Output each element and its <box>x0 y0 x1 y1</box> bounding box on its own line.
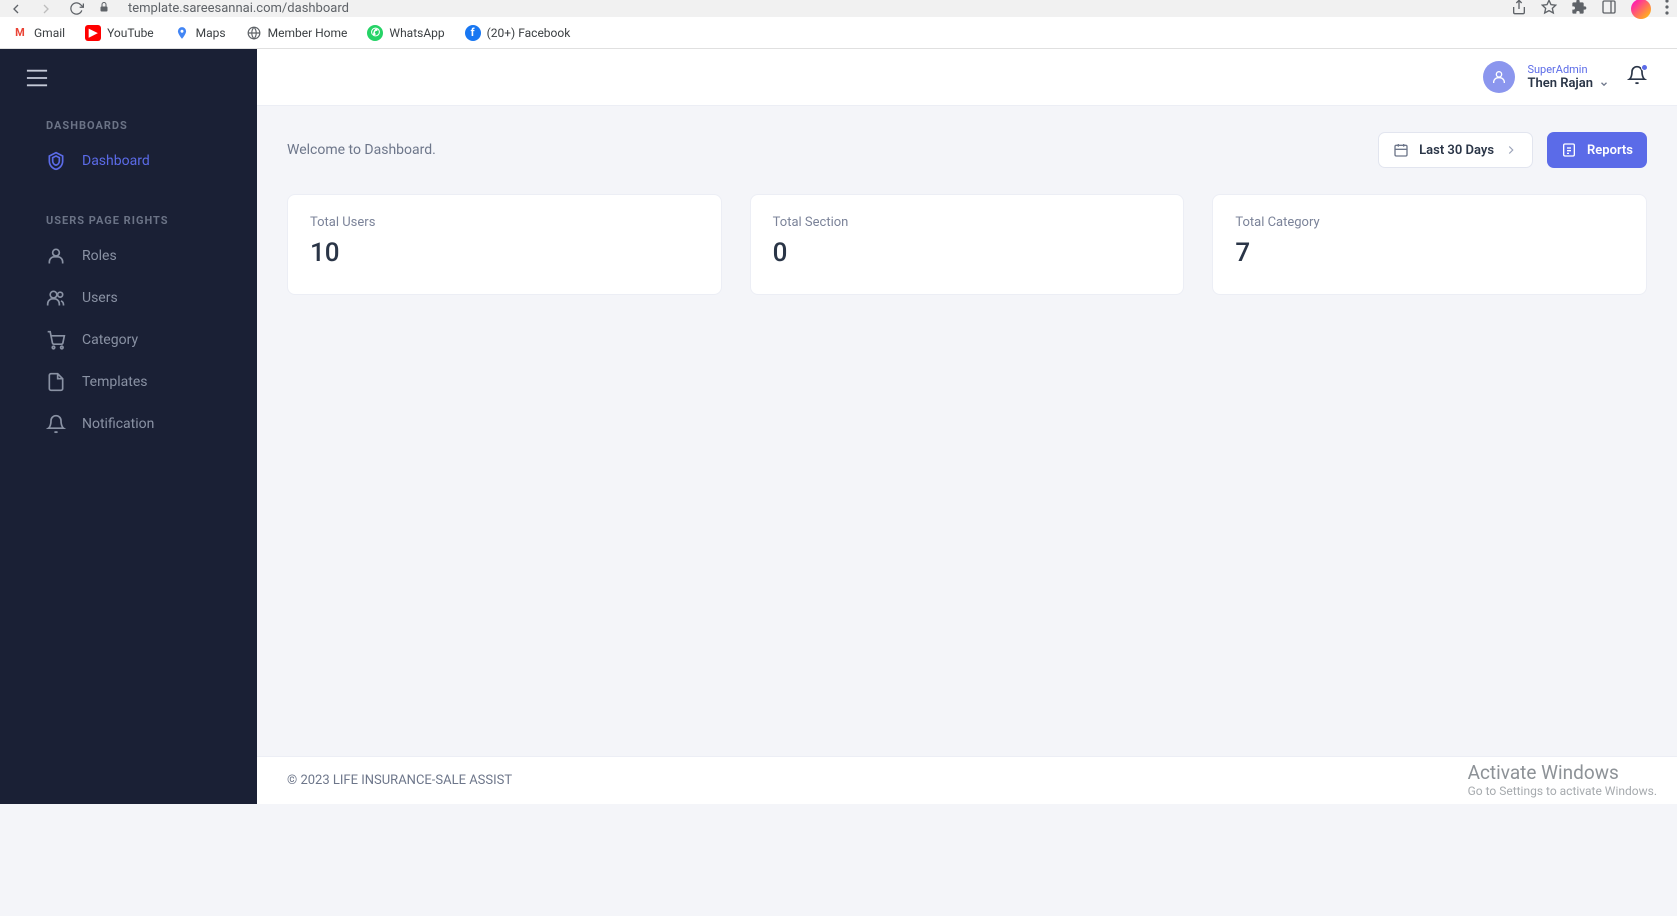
topbar: SuperAdmin Then Rajan <box>257 49 1677 106</box>
calendar-icon <box>1393 142 1409 158</box>
url-text[interactable]: template.sareesannai.com/dashboard <box>128 1 1497 16</box>
notifications-button[interactable] <box>1627 65 1647 89</box>
cart-icon <box>46 330 66 350</box>
report-icon <box>1561 142 1577 158</box>
sidebar-section-rights: USERS PAGE RIGHTS <box>0 202 257 235</box>
sidebar-label: Category <box>82 332 138 348</box>
reports-label: Reports <box>1587 143 1633 158</box>
sidebar-item-users[interactable]: Users <box>0 277 257 319</box>
bookmark-label: Maps <box>196 26 226 40</box>
sidebar-item-templates[interactable]: Templates <box>0 361 257 403</box>
star-icon[interactable] <box>1541 0 1557 19</box>
welcome-text: Welcome to Dashboard. <box>287 142 436 158</box>
card-label: Total Users <box>310 215 699 230</box>
sidebar-icon[interactable] <box>1601 0 1617 19</box>
kebab-menu-icon[interactable] <box>1665 0 1669 19</box>
bookmark-label: YouTube <box>107 26 154 40</box>
card-value: 0 <box>773 238 1162 268</box>
user-name: Then Rajan <box>1527 76 1609 91</box>
shield-icon <box>46 151 66 171</box>
sidebar-item-notification[interactable]: Notification <box>0 403 257 445</box>
users-icon <box>46 288 66 308</box>
sidebar-section-dashboards: DASHBOARDS <box>0 107 257 140</box>
bookmark-gmail[interactable]: MGmail <box>12 25 65 41</box>
chevron-right-icon <box>1504 143 1518 157</box>
file-icon <box>46 372 66 392</box>
sidebar-item-category[interactable]: Category <box>0 319 257 361</box>
card-total-section: Total Section 0 <box>750 194 1185 295</box>
profile-avatar-icon[interactable] <box>1631 0 1651 19</box>
sidebar-item-dashboard[interactable]: Dashboard <box>0 140 257 182</box>
avatar-icon <box>1483 61 1515 93</box>
forward-button[interactable] <box>38 1 54 17</box>
notification-dot <box>1641 64 1648 71</box>
bookmark-whatsapp[interactable]: ✆WhatsApp <box>367 25 444 41</box>
extensions-icon[interactable] <box>1571 0 1587 19</box>
bookmark-maps[interactable]: Maps <box>174 25 226 41</box>
bookmarks-bar: MGmail ▶YouTube Maps Member Home ✆WhatsA… <box>0 17 1677 49</box>
bookmark-label: (20+) Facebook <box>487 26 571 40</box>
hamburger-button[interactable] <box>0 49 257 107</box>
main-area: SuperAdmin Then Rajan Welcome to Dashboa… <box>257 49 1677 804</box>
user-role: SuperAdmin <box>1527 63 1609 76</box>
bookmark-label: Gmail <box>34 26 65 40</box>
user-icon <box>46 246 66 266</box>
sidebar-label: Templates <box>82 374 148 390</box>
user-menu[interactable]: SuperAdmin Then Rajan <box>1483 61 1609 93</box>
bookmark-memberhome[interactable]: Member Home <box>246 25 348 41</box>
sidebar-label: Dashboard <box>82 153 150 169</box>
bookmark-label: Member Home <box>268 26 348 40</box>
sidebar-label: Users <box>82 290 118 306</box>
chevron-down-icon <box>1599 79 1609 89</box>
browser-address-bar: template.sareesannai.com/dashboard <box>0 0 1677 17</box>
bookmark-facebook[interactable]: f(20+) Facebook <box>465 25 571 41</box>
sidebar-label: Notification <box>82 416 154 432</box>
sidebar: DASHBOARDS Dashboard USERS PAGE RIGHTS R… <box>0 49 257 804</box>
date-range-label: Last 30 Days <box>1419 143 1494 158</box>
footer: © 2023 LIFE INSURANCE-SALE ASSIST <box>257 756 1677 804</box>
sidebar-label: Roles <box>82 248 117 264</box>
share-icon[interactable] <box>1511 0 1527 19</box>
content: Welcome to Dashboard. Last 30 Days Repor… <box>257 106 1677 756</box>
lock-icon <box>98 1 110 16</box>
back-button[interactable] <box>8 1 24 17</box>
reports-button[interactable]: Reports <box>1547 132 1647 168</box>
card-value: 10 <box>310 238 699 268</box>
footer-text: © 2023 LIFE INSURANCE-SALE ASSIST <box>287 773 512 788</box>
date-range-button[interactable]: Last 30 Days <box>1378 132 1533 168</box>
card-total-category: Total Category 7 <box>1212 194 1647 295</box>
bookmark-youtube[interactable]: ▶YouTube <box>85 25 154 41</box>
card-total-users: Total Users 10 <box>287 194 722 295</box>
bell-icon <box>46 414 66 434</box>
card-label: Total Section <box>773 215 1162 230</box>
card-value: 7 <box>1235 238 1624 268</box>
bookmark-label: WhatsApp <box>389 26 444 40</box>
sidebar-item-roles[interactable]: Roles <box>0 235 257 277</box>
reload-button[interactable] <box>68 1 84 17</box>
card-label: Total Category <box>1235 215 1624 230</box>
